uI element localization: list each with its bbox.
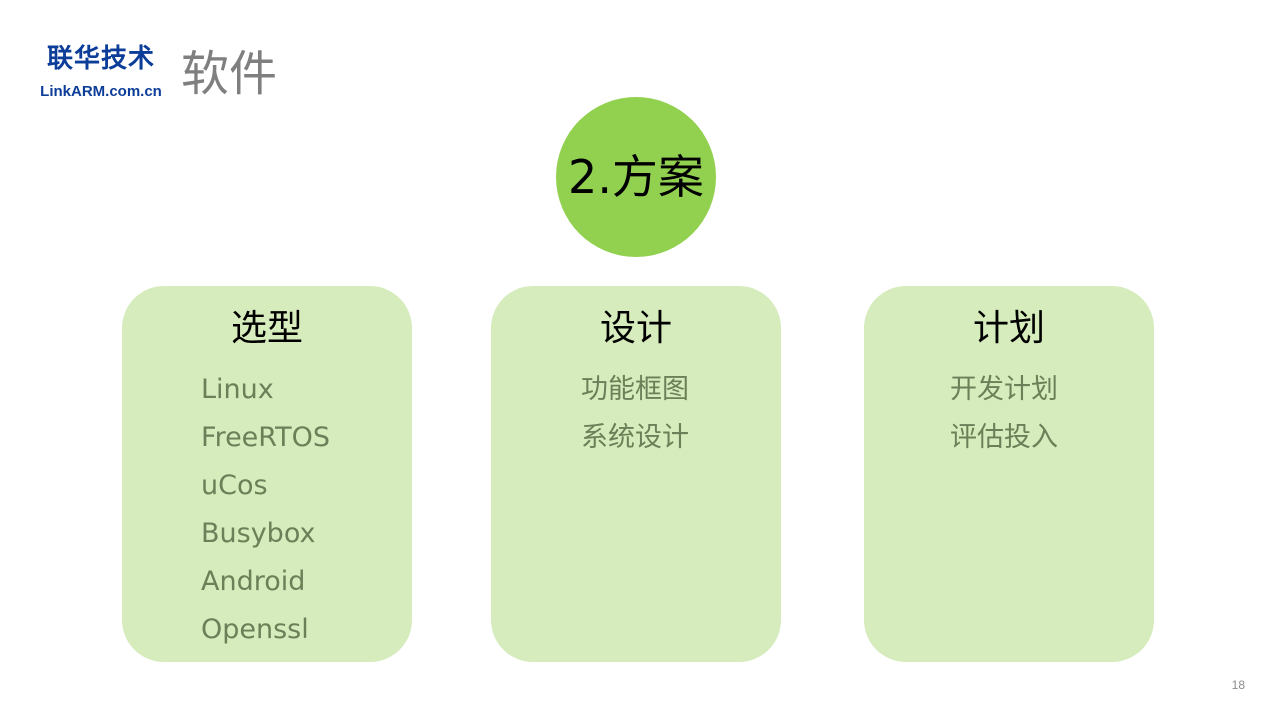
card-item-list: 功能框图 系统设计 [491,366,781,462]
list-item: uCos [201,470,268,501]
card-title: 计划 [972,308,1045,349]
solution-circle: 2.方案 [556,97,716,257]
list-item: FreeRTOS [201,422,330,453]
logo-website: LinkARM.com.cn [40,83,162,100]
page-number: 18 [1231,678,1245,692]
card-title: 设计 [599,308,672,349]
list-item: Busybox [201,518,316,549]
list-item: Openssl [201,614,309,645]
list-item: Android [201,566,306,597]
logo: 联华技术 LinkARM.com.cn [28,40,174,102]
list-item: 功能框图 [581,374,689,405]
list-item: 评估投入 [950,422,1058,453]
list-item: 系统设计 [581,422,689,453]
card-item-list: 开发计划 评估投入 [864,366,1154,462]
card-item-list: Linux FreeRTOS uCos Busybox Android Open… [122,366,412,654]
list-item: Linux [201,374,274,405]
page-title: 软件 [181,46,278,102]
card-selection: 选型 Linux FreeRTOS uCos Busybox Android O… [122,286,412,662]
card-title: 选型 [230,308,303,349]
card-design: 设计 功能框图 系统设计 [491,286,781,662]
list-item: 开发计划 [950,374,1058,405]
card-plan: 计划 开发计划 评估投入 [864,286,1154,662]
logo-company-name: 联华技术 [46,44,155,74]
solution-label: 2.方案 [568,150,704,204]
